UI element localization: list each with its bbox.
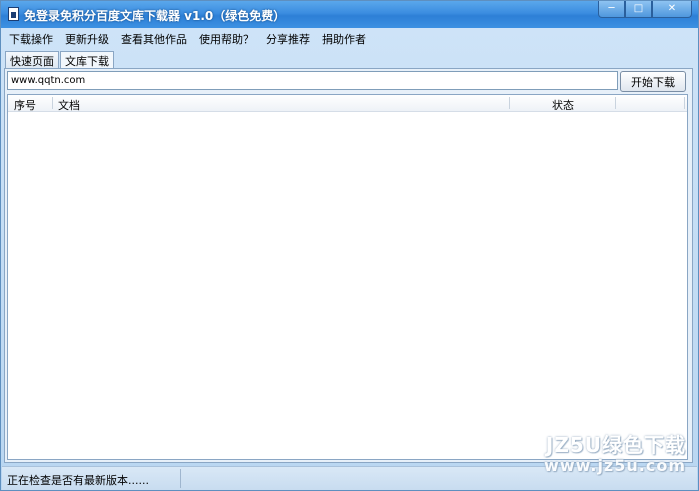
menu-share[interactable]: 分享推荐 [261, 31, 315, 47]
window-title: 免登录免积分百度文库下载器 v1.0（绿色免费） [24, 9, 286, 23]
menu-bar: 下载操作 更新升级 查看其他作品 使用帮助？ 分享推荐 捐助作者 [2, 29, 697, 49]
column-header-index[interactable]: 序号 [14, 95, 36, 112]
tab-library-download[interactable]: 文库下载 [60, 51, 114, 69]
window-controls: ─ □ ✕ [598, 1, 692, 18]
app-window: 免登录免积分百度文库下载器 v1.0（绿色免费） ─ □ ✕ 下载操作 更新升级… [0, 0, 699, 491]
column-divider[interactable] [684, 97, 685, 109]
minimize-icon: ─ [608, 3, 615, 14]
watermark-url: www.jz5u.com [544, 456, 686, 475]
url-input[interactable] [7, 71, 618, 90]
list-header: 序号 文档 状态 [8, 95, 687, 112]
status-text: 正在检查是否有最新版本...... [7, 474, 149, 487]
menu-download-ops[interactable]: 下载操作 [4, 31, 58, 47]
menu-donate[interactable]: 捐助作者 [317, 31, 371, 47]
close-icon: ✕ [667, 3, 677, 14]
watermark: JZ5U绿色下载 www.jz5u.com [544, 429, 686, 475]
maximize-icon: □ [633, 3, 644, 14]
menu-update[interactable]: 更新升级 [60, 31, 114, 47]
tab-quick-page[interactable]: 快速页面 [5, 51, 59, 68]
maximize-button[interactable]: □ [625, 1, 652, 18]
minimize-button[interactable]: ─ [598, 1, 625, 18]
menu-other-works[interactable]: 查看其他作品 [116, 31, 192, 47]
column-divider[interactable] [52, 97, 53, 109]
menu-help[interactable]: 使用帮助？ [194, 31, 259, 47]
tab-strip: 快速页面 文库下载 [5, 51, 115, 69]
document-list[interactable]: 序号 文档 状态 [7, 94, 688, 460]
close-button[interactable]: ✕ [652, 1, 692, 18]
status-divider [180, 469, 181, 488]
column-header-status[interactable]: 状态 [552, 95, 574, 112]
title-bar[interactable]: 免登录免积分百度文库下载器 v1.0（绿色免费） ─ □ ✕ [1, 1, 698, 28]
column-header-document[interactable]: 文档 [58, 95, 80, 112]
start-download-button[interactable]: 开始下载 [620, 71, 686, 92]
column-divider[interactable] [615, 97, 616, 109]
watermark-brand: JZ5U绿色下载 [545, 433, 686, 457]
column-divider[interactable] [509, 97, 510, 109]
app-icon [8, 7, 19, 21]
library-download-panel: 开始下载 序号 文档 状态 [4, 68, 693, 463]
